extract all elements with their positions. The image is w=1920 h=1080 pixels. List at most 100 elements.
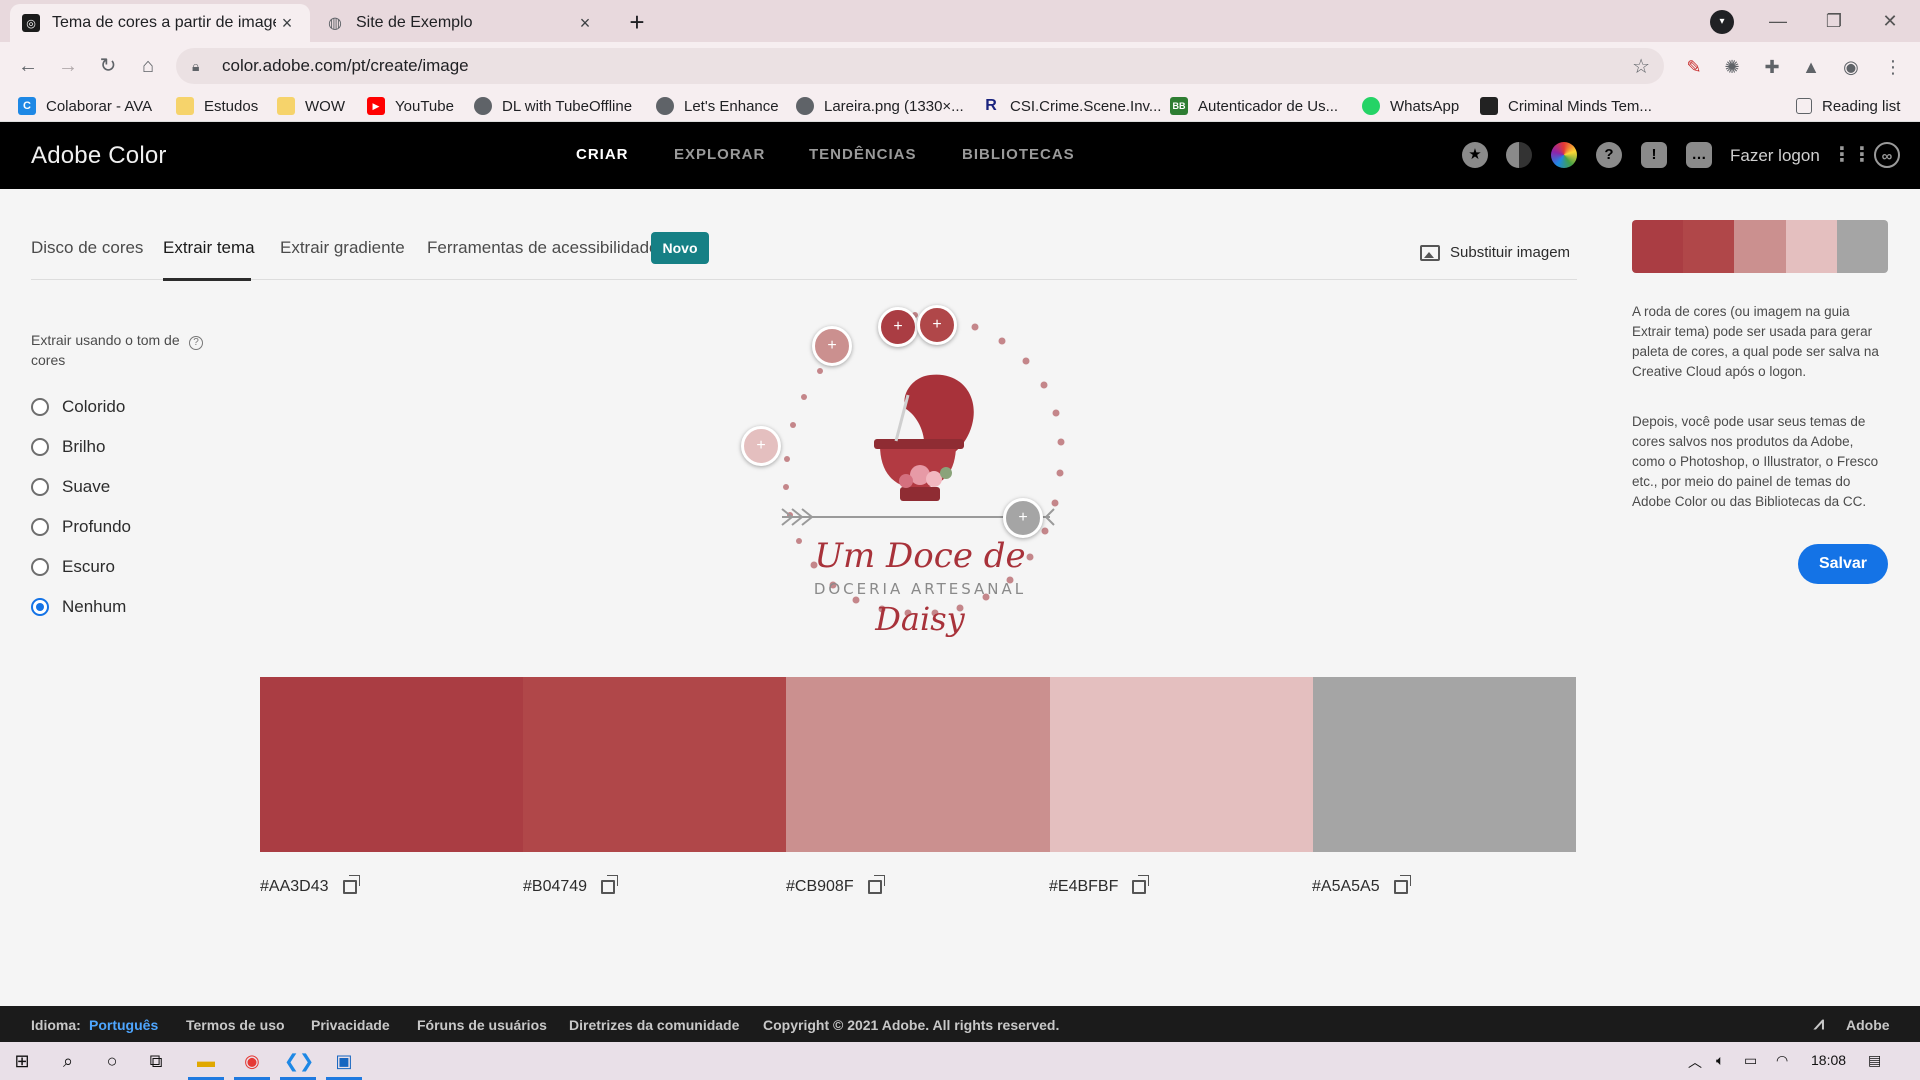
radio-icon[interactable] bbox=[31, 438, 49, 456]
help-icon[interactable]: ? bbox=[1596, 142, 1622, 168]
settings-extension-icon[interactable]: ✺ bbox=[1719, 54, 1745, 80]
bookmark-folder[interactable]: Estudos bbox=[176, 94, 258, 118]
home-icon[interactable]: ⌂ bbox=[132, 50, 164, 82]
file-explorer-icon[interactable]: ▬ bbox=[192, 1047, 220, 1075]
color-picker-handle[interactable]: + bbox=[878, 307, 918, 347]
tab-extrair-tema[interactable]: Extrair tema bbox=[163, 238, 255, 258]
bookmark-item[interactable]: Let's Enhance bbox=[656, 94, 779, 118]
color-wheel-icon[interactable] bbox=[1551, 142, 1577, 168]
close-window-icon[interactable]: ✕ bbox=[1862, 0, 1918, 42]
color-picker-handle[interactable]: + bbox=[812, 326, 852, 366]
color-picker-handle[interactable]: + bbox=[917, 305, 957, 345]
nav-tendencias[interactable]: TENDÊNCIAS bbox=[809, 146, 917, 163]
eyedropper-extension-icon[interactable]: ✎ bbox=[1681, 54, 1707, 80]
nav-bibliotecas[interactable]: BIBLIOTECAS bbox=[962, 146, 1075, 163]
login-link[interactable]: Fazer logon bbox=[1730, 146, 1820, 166]
save-button[interactable]: Salvar bbox=[1798, 544, 1888, 584]
swatch-1[interactable] bbox=[260, 677, 524, 852]
clock[interactable]: 18:08 bbox=[1811, 1052, 1846, 1068]
tab-extrair-gradiente[interactable]: Extrair gradiente bbox=[280, 238, 405, 258]
mood-option-escuro[interactable]: Escuro bbox=[31, 557, 115, 577]
apps-grid-icon[interactable]: ⋮⋮ bbox=[1832, 142, 1872, 168]
back-icon[interactable]: ← bbox=[12, 50, 44, 82]
color-picker-handle[interactable]: + bbox=[1003, 498, 1043, 538]
profile-avatar-icon[interactable]: ◉ bbox=[1838, 54, 1864, 80]
chrome-icon[interactable]: ◉ bbox=[238, 1047, 266, 1075]
bookmark-item[interactable]: DL with TubeOffline bbox=[474, 94, 632, 118]
browser-menu-icon[interactable]: ⋮ bbox=[1880, 54, 1906, 80]
contrast-icon[interactable] bbox=[1506, 142, 1532, 168]
language-link[interactable]: Português bbox=[89, 1017, 158, 1033]
bookmark-item[interactable]: Lareira.png (1330×... bbox=[796, 94, 964, 118]
vscode-icon[interactable]: ❮❯ bbox=[284, 1047, 314, 1075]
brand-logo[interactable]: Adobe Color bbox=[31, 142, 167, 170]
bookmark-item[interactable]: BB Autenticador de Us... bbox=[1170, 94, 1338, 118]
tab-disco-de-cores[interactable]: Disco de cores bbox=[31, 238, 143, 258]
footer-link-terms[interactable]: Termos de uso bbox=[186, 1017, 285, 1033]
radio-icon[interactable] bbox=[31, 558, 49, 576]
maximize-icon[interactable]: ❐ bbox=[1806, 0, 1862, 42]
footer-link-privacy[interactable]: Privacidade bbox=[311, 1017, 390, 1033]
copy-icon[interactable] bbox=[1132, 875, 1150, 894]
tab-site-exemplo[interactable]: ◍ Site de Exemplo × bbox=[314, 4, 608, 42]
mood-option-profundo[interactable]: Profundo bbox=[31, 517, 131, 537]
bookmark-item[interactable]: ▶ YouTube bbox=[367, 94, 454, 118]
close-tab-icon[interactable]: × bbox=[574, 13, 596, 34]
nav-criar[interactable]: CRIAR bbox=[576, 146, 629, 163]
mood-option-brilho[interactable]: Brilho bbox=[31, 437, 105, 457]
minimize-icon[interactable]: — bbox=[1750, 0, 1806, 42]
task-view-icon[interactable]: ⧉ bbox=[142, 1047, 170, 1075]
flask-extension-icon[interactable]: ▲ bbox=[1798, 54, 1824, 80]
search-icon[interactable]: ⌕ bbox=[54, 1047, 82, 1075]
forward-icon[interactable]: → bbox=[52, 50, 84, 82]
bookmark-item[interactable]: R CSI.Crime.Scene.Inv... bbox=[982, 94, 1161, 118]
tray-overflow-icon[interactable]: ︿ bbox=[1688, 1052, 1702, 1072]
copy-icon[interactable] bbox=[867, 875, 885, 894]
volume-icon[interactable]: 🔈︎ bbox=[1716, 1052, 1724, 1069]
swatch-5[interactable] bbox=[1312, 677, 1577, 852]
nav-explorar[interactable]: EXPLORAR bbox=[674, 146, 765, 163]
feedback-icon[interactable]: … bbox=[1686, 142, 1712, 168]
swatch-2[interactable] bbox=[523, 677, 787, 852]
bookmark-item[interactable]: Criminal Minds Tem... bbox=[1480, 94, 1652, 118]
bookmark-folder[interactable]: WOW bbox=[277, 94, 345, 118]
mood-help-icon[interactable]: ? bbox=[189, 336, 203, 350]
radio-icon[interactable] bbox=[31, 478, 49, 496]
radio-checked-icon[interactable] bbox=[31, 598, 49, 616]
reload-icon[interactable]: ↻ bbox=[92, 50, 124, 82]
tab-ferramentas-acessibilidade[interactable]: Ferramentas de acessibilidade bbox=[427, 238, 659, 258]
color-picker-handle[interactable]: + bbox=[741, 426, 781, 466]
footer-link-forums[interactable]: Fóruns de usuários bbox=[417, 1017, 547, 1033]
tab-search-icon[interactable]: ▾ bbox=[1710, 10, 1734, 34]
creative-cloud-icon[interactable]: ∞ bbox=[1874, 142, 1900, 168]
windows-start-icon[interactable]: ⊞ bbox=[8, 1047, 36, 1075]
radio-icon[interactable] bbox=[31, 398, 49, 416]
photos-icon[interactable]: ▣ bbox=[330, 1047, 358, 1075]
copy-icon[interactable] bbox=[1393, 875, 1411, 894]
tab-adobe-color[interactable]: ◎ Tema de cores a partir de imagem × bbox=[10, 4, 310, 42]
replace-image-button[interactable]: Substituir imagem bbox=[1420, 244, 1570, 261]
battery-icon[interactable]: ▭ bbox=[1744, 1052, 1757, 1069]
mood-option-colorido[interactable]: Colorido bbox=[31, 397, 125, 417]
extensions-puzzle-icon[interactable]: ✚ bbox=[1759, 54, 1785, 80]
swatch-4[interactable] bbox=[1049, 677, 1313, 852]
bookmark-item[interactable]: C Colaborar - AVA bbox=[18, 94, 152, 118]
cortana-icon[interactable]: ○ bbox=[98, 1047, 126, 1075]
notifications-icon[interactable]: ▤ bbox=[1868, 1052, 1881, 1069]
copy-icon[interactable] bbox=[601, 875, 619, 894]
star-badge-icon[interactable]: ★ bbox=[1462, 142, 1488, 168]
wifi-icon[interactable]: ◠ bbox=[1776, 1052, 1788, 1069]
alert-icon[interactable]: ! bbox=[1641, 142, 1667, 168]
swatch-3[interactable] bbox=[786, 677, 1050, 852]
new-tab-button[interactable]: + bbox=[622, 8, 652, 38]
footer-link-guidelines[interactable]: Diretrizes da comunidade bbox=[569, 1017, 739, 1033]
close-tab-icon[interactable]: × bbox=[276, 13, 298, 34]
address-bar[interactable]: 🔒︎ color.adobe.com/pt/create/image ☆ bbox=[176, 48, 1664, 84]
reading-list[interactable]: Reading list bbox=[1796, 94, 1900, 118]
copy-icon[interactable] bbox=[342, 875, 360, 894]
mood-option-nenhum[interactable]: Nenhum bbox=[31, 597, 126, 617]
mood-option-suave[interactable]: Suave bbox=[31, 477, 110, 497]
radio-icon[interactable] bbox=[31, 518, 49, 536]
bookmark-star-icon[interactable]: ☆ bbox=[1632, 54, 1650, 79]
bookmark-item[interactable]: WhatsApp bbox=[1362, 94, 1459, 118]
